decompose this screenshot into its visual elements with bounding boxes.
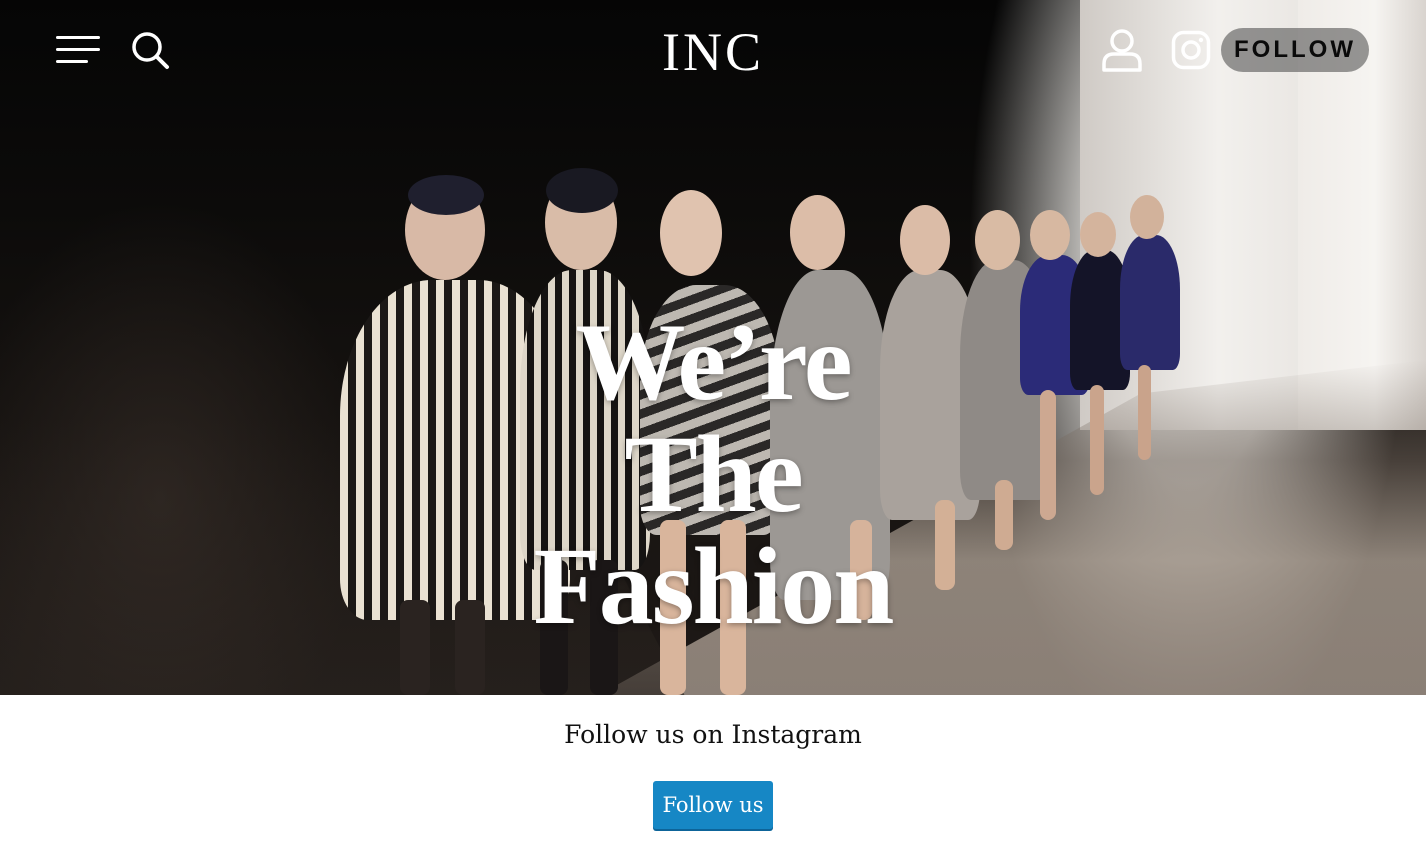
follow-button[interactable]: FOLLOW [1221,28,1369,72]
cta-text: Follow us on Instagram [564,720,862,749]
instagram-cta-section: Follow us on Instagram Follow us [0,695,1426,846]
menu-icon[interactable] [54,30,102,70]
site-logo[interactable]: INC [613,22,813,82]
instagram-icon[interactable] [1170,29,1212,71]
top-navigation: INC FOLLOW [0,0,1426,100]
page-frame: INC FOLLOW We’re The Fashion Follow us o… [0,0,1426,846]
headline-line: Fashion [533,525,895,647]
headline-line: The [624,413,803,535]
search-icon[interactable] [128,28,172,72]
hero-audience [0,180,360,695]
follow-us-button[interactable]: Follow us [653,781,773,829]
hero-section: INC FOLLOW We’re The Fashion [0,0,1426,695]
user-icon[interactable] [1100,27,1144,73]
hero-headline: We’re The Fashion [443,306,983,642]
headline-line: We’re [575,301,852,423]
